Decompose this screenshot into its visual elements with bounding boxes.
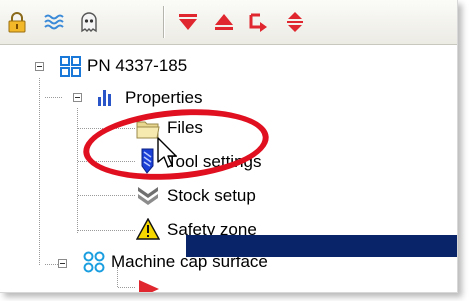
toolbar (0, 0, 457, 45)
collapse-toggle[interactable] (73, 93, 82, 102)
tree-line (39, 78, 40, 265)
triangle-down-icon[interactable] (177, 11, 199, 33)
waves-icon[interactable] (43, 11, 65, 33)
collapse-toggle[interactable] (58, 259, 67, 268)
collapse-toggle[interactable] (35, 62, 44, 71)
play-arrow-icon (137, 278, 161, 292)
warning-icon (135, 217, 161, 245)
up-down-arrow-icon[interactable] (284, 11, 306, 33)
bar-chart-icon (97, 88, 115, 111)
grid-icon (60, 56, 81, 82)
tree-line (118, 287, 135, 288)
tree-item-properties-label[interactable]: Properties (125, 87, 202, 109)
toolbar-separator (163, 6, 165, 38)
tree-item-root-label[interactable]: PN 4337-185 (87, 55, 187, 77)
ghost-icon[interactable] (78, 11, 100, 33)
tree-line (77, 108, 78, 233)
triangle-up-icon[interactable] (213, 11, 235, 33)
circles-icon (83, 251, 105, 278)
screenshot-frame: PN 4337-185 Properties Files Tool settin… (0, 0, 458, 293)
stock-icon (137, 185, 159, 212)
tree-line (78, 195, 135, 196)
selected-tree-item[interactable] (186, 235, 457, 257)
step-arrow-icon[interactable] (248, 11, 270, 33)
tree-item-stock-setup-label[interactable]: Stock setup (167, 185, 256, 207)
lock-icon[interactable] (6, 11, 28, 33)
mouse-cursor-icon (156, 137, 184, 176)
tree-line (45, 97, 62, 98)
tree-line (78, 230, 135, 231)
